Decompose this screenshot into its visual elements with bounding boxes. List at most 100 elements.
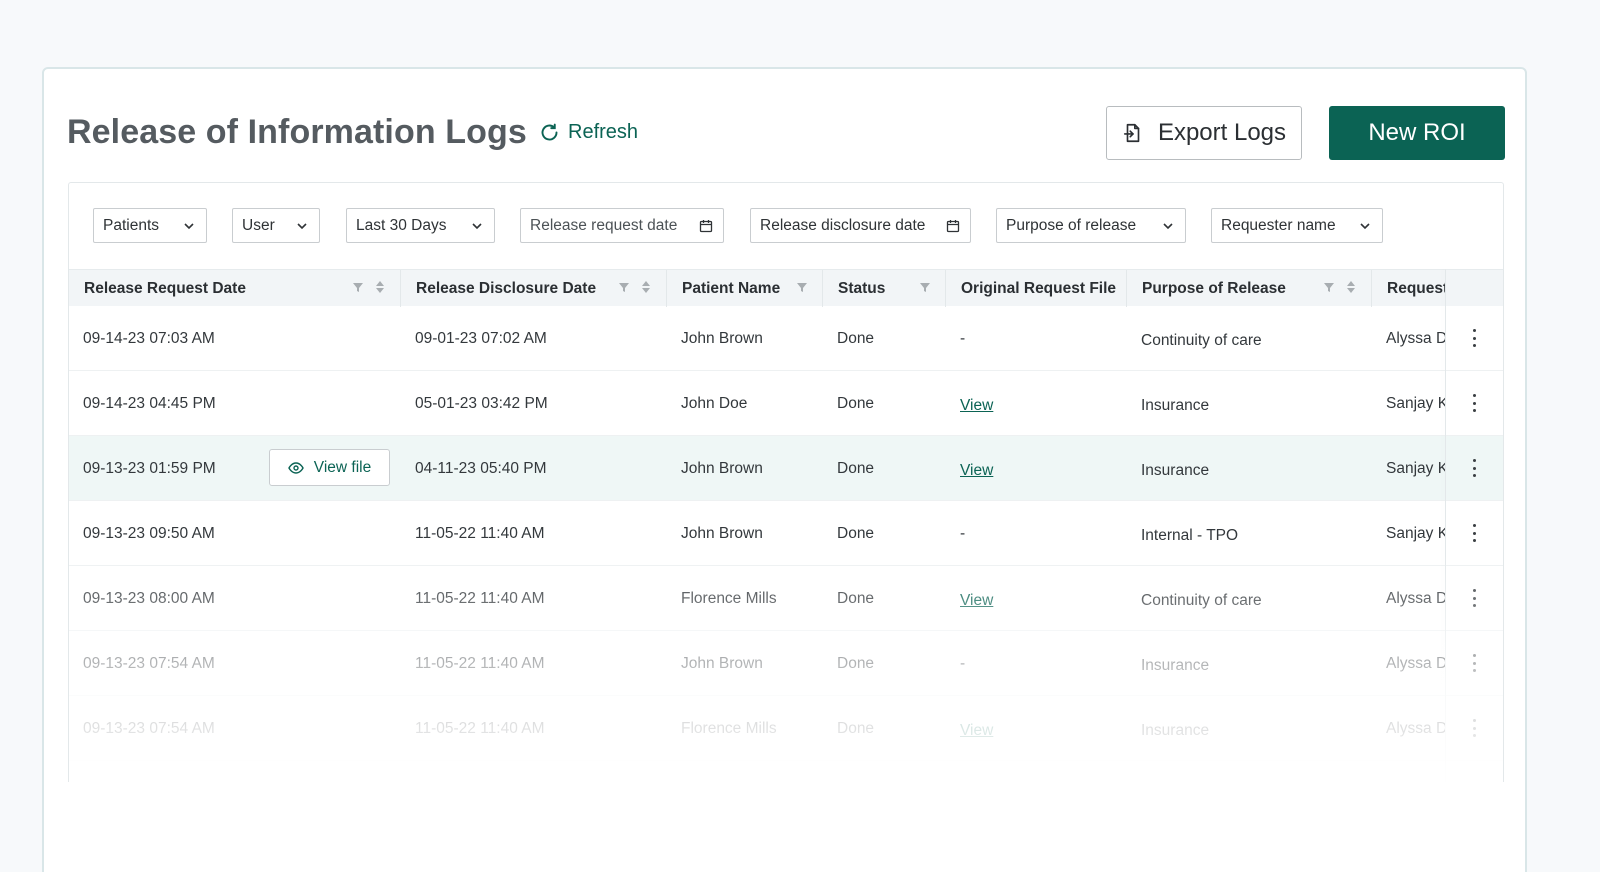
new-roi-button[interactable]: New ROI bbox=[1329, 106, 1505, 160]
requester-filter-label: Requester name bbox=[1221, 216, 1336, 234]
cell-text: 11-05-22 11:40 AM bbox=[415, 524, 545, 542]
row-actions-icon[interactable] bbox=[1469, 719, 1479, 737]
cell-status: Done bbox=[837, 306, 874, 371]
cell-text: 09-13-23 01:59 PM bbox=[83, 459, 216, 477]
cell-text: Alyssa D bbox=[1386, 719, 1446, 737]
cell-text: Florence Mills bbox=[681, 719, 777, 737]
cell-status: Done bbox=[837, 696, 874, 761]
row-actions-icon[interactable] bbox=[1469, 394, 1479, 412]
sort-icon[interactable] bbox=[1345, 280, 1357, 294]
user-filter[interactable]: User bbox=[232, 208, 320, 243]
logs-table-panel: Patients User Last 30 Days Release reque… bbox=[68, 182, 1504, 782]
table-row[interactable]: 09-13-23 01:59 PM 04-11-23 05:40 PM John B… bbox=[69, 436, 1503, 501]
table-row[interactable]: 09-13-23 07:54 AM 11-05-22 11:40 AM Floren… bbox=[69, 696, 1503, 761]
col-request-date[interactable]: Release Request Date bbox=[69, 270, 401, 307]
view-file-button[interactable]: View file bbox=[269, 449, 390, 486]
view-file-link[interactable]: View bbox=[960, 458, 993, 480]
row-actions-icon[interactable] bbox=[1469, 329, 1479, 347]
chevron-down-icon bbox=[1163, 222, 1173, 229]
disclosure-date-picker[interactable]: Release disclosure date bbox=[750, 208, 971, 243]
cell-status: Done bbox=[837, 566, 874, 631]
patients-filter[interactable]: Patients bbox=[93, 208, 207, 243]
cell-text: 11-05-22 11:40 AM bbox=[415, 589, 545, 607]
patients-filter-label: Patients bbox=[103, 216, 160, 234]
cell-requester: Alyssa D bbox=[1386, 696, 1446, 761]
cell-patient: John Brown bbox=[681, 501, 763, 566]
row-actions-icon[interactable] bbox=[1469, 459, 1479, 477]
refresh-button[interactable]: Refresh bbox=[539, 121, 638, 144]
cell-file: View bbox=[960, 371, 993, 436]
cell-patient: John Brown bbox=[681, 436, 763, 501]
cell-text: Continuity of care bbox=[1141, 331, 1262, 349]
chevron-down-icon bbox=[1360, 222, 1370, 229]
purpose-filter[interactable]: Purpose of release bbox=[996, 208, 1186, 243]
date-range-filter[interactable]: Last 30 Days bbox=[346, 208, 495, 243]
sort-icon[interactable] bbox=[640, 280, 652, 294]
col-patient-name-label: Patient Name bbox=[682, 279, 781, 297]
col-disclosure-date-label: Release Disclosure Date bbox=[416, 279, 597, 297]
cell-text: Insurance bbox=[1141, 656, 1210, 674]
cell-status: Done bbox=[837, 371, 874, 436]
cell-text: - bbox=[960, 524, 966, 542]
cell-text: John Brown bbox=[681, 459, 763, 477]
col-status[interactable]: Status bbox=[823, 270, 946, 307]
cell-text: 09-14-23 04:45 PM bbox=[83, 394, 216, 412]
cell-request-date: 09-14-23 04:45 PM bbox=[83, 371, 216, 436]
cell-text: 09-14-23 07:03 AM bbox=[83, 329, 215, 347]
requester-filter[interactable]: Requester name bbox=[1211, 208, 1383, 243]
cell-disclosure-date: 05-01-23 03:42 PM bbox=[415, 371, 548, 436]
cell-request-date: 09-13-23 07:54 AM bbox=[83, 631, 215, 696]
filter-icon[interactable] bbox=[352, 280, 364, 294]
roi-logs-card: Release of Information Logs Refresh Expo… bbox=[42, 67, 1527, 872]
cell-purpose: Insurance bbox=[1141, 436, 1209, 501]
cell-text: Insurance bbox=[1141, 721, 1210, 739]
view-file-link[interactable]: View bbox=[960, 718, 993, 740]
view-file-link[interactable]: View bbox=[960, 588, 993, 610]
col-status-label: Status bbox=[838, 279, 886, 297]
filter-icon[interactable] bbox=[618, 280, 630, 294]
cell-disclosure-date: 11-05-22 11:40 AM bbox=[415, 631, 545, 696]
export-logs-button[interactable]: Export Logs bbox=[1106, 106, 1302, 160]
cell-text: 05-01-23 03:42 PM bbox=[415, 394, 548, 412]
cell-text: 04-11-23 05:40 PM bbox=[415, 459, 547, 477]
table-row[interactable]: 09-13-23 07:54 AM 11-05-22 11:40 AM John B… bbox=[69, 631, 1503, 696]
table-row[interactable]: 09-13-23 09:50 AM 11-05-22 11:40 AM John B… bbox=[69, 501, 1503, 566]
sort-icon[interactable] bbox=[374, 280, 386, 294]
cell-purpose: Insurance bbox=[1141, 631, 1209, 696]
cell-file: - bbox=[960, 631, 965, 696]
cell-requester: Alyssa D bbox=[1386, 566, 1446, 631]
cell-text: - bbox=[960, 654, 966, 672]
table-row[interactable]: 09-13-23 08:00 AM 11-05-22 11:40 AM Floren… bbox=[69, 566, 1503, 631]
filter-bar: Patients User Last 30 Days Release reque… bbox=[69, 183, 1503, 269]
cell-requester: Alyssa D bbox=[1386, 306, 1446, 371]
filter-icon[interactable] bbox=[1323, 280, 1335, 294]
row-actions-icon[interactable] bbox=[1469, 589, 1479, 607]
filter-icon[interactable] bbox=[796, 280, 808, 294]
chevron-down-icon bbox=[297, 222, 307, 229]
cell-disclosure-date: 11-05-22 11:40 AM bbox=[415, 501, 545, 566]
request-date-picker[interactable]: Release request date bbox=[520, 208, 724, 243]
col-patient-name[interactable]: Patient Name bbox=[667, 270, 823, 307]
col-purpose[interactable]: Purpose of Release bbox=[1127, 270, 1372, 307]
cell-text: 09-01-23 07:02 AM bbox=[415, 329, 547, 347]
table-row[interactable]: 09-14-23 07:03 AM 09-01-23 07:02 AM John B… bbox=[69, 306, 1503, 371]
cell-disclosure-date: 11-05-22 11:40 AM bbox=[415, 566, 545, 631]
table-row[interactable]: 09-14-23 04:45 PM 05-01-23 03:42 PM John D… bbox=[69, 371, 1503, 436]
col-disclosure-date[interactable]: Release Disclosure Date bbox=[401, 270, 667, 307]
cell-patient: John Brown bbox=[681, 631, 763, 696]
cell-text: Sanjay K bbox=[1386, 459, 1446, 477]
sticky-column-divider bbox=[1445, 269, 1446, 782]
cell-disclosure-date: 11-05-22 11:40 AM bbox=[415, 696, 545, 761]
cell-text: Florence Mills bbox=[681, 589, 777, 607]
cell-file: View bbox=[960, 566, 993, 631]
filter-icon[interactable] bbox=[919, 280, 931, 294]
cell-text: 11-05-22 11:40 AM bbox=[415, 654, 545, 672]
row-actions-icon[interactable] bbox=[1469, 654, 1479, 672]
row-actions-icon[interactable] bbox=[1469, 524, 1479, 542]
cell-text: Done bbox=[837, 459, 875, 477]
view-file-link[interactable]: View bbox=[960, 393, 993, 415]
col-requester[interactable]: Requester Name bbox=[1372, 270, 1445, 307]
cell-status: Done bbox=[837, 631, 874, 696]
cell-text: Alyssa D bbox=[1386, 329, 1446, 347]
cell-request-date: 09-14-23 07:03 AM bbox=[83, 306, 215, 371]
